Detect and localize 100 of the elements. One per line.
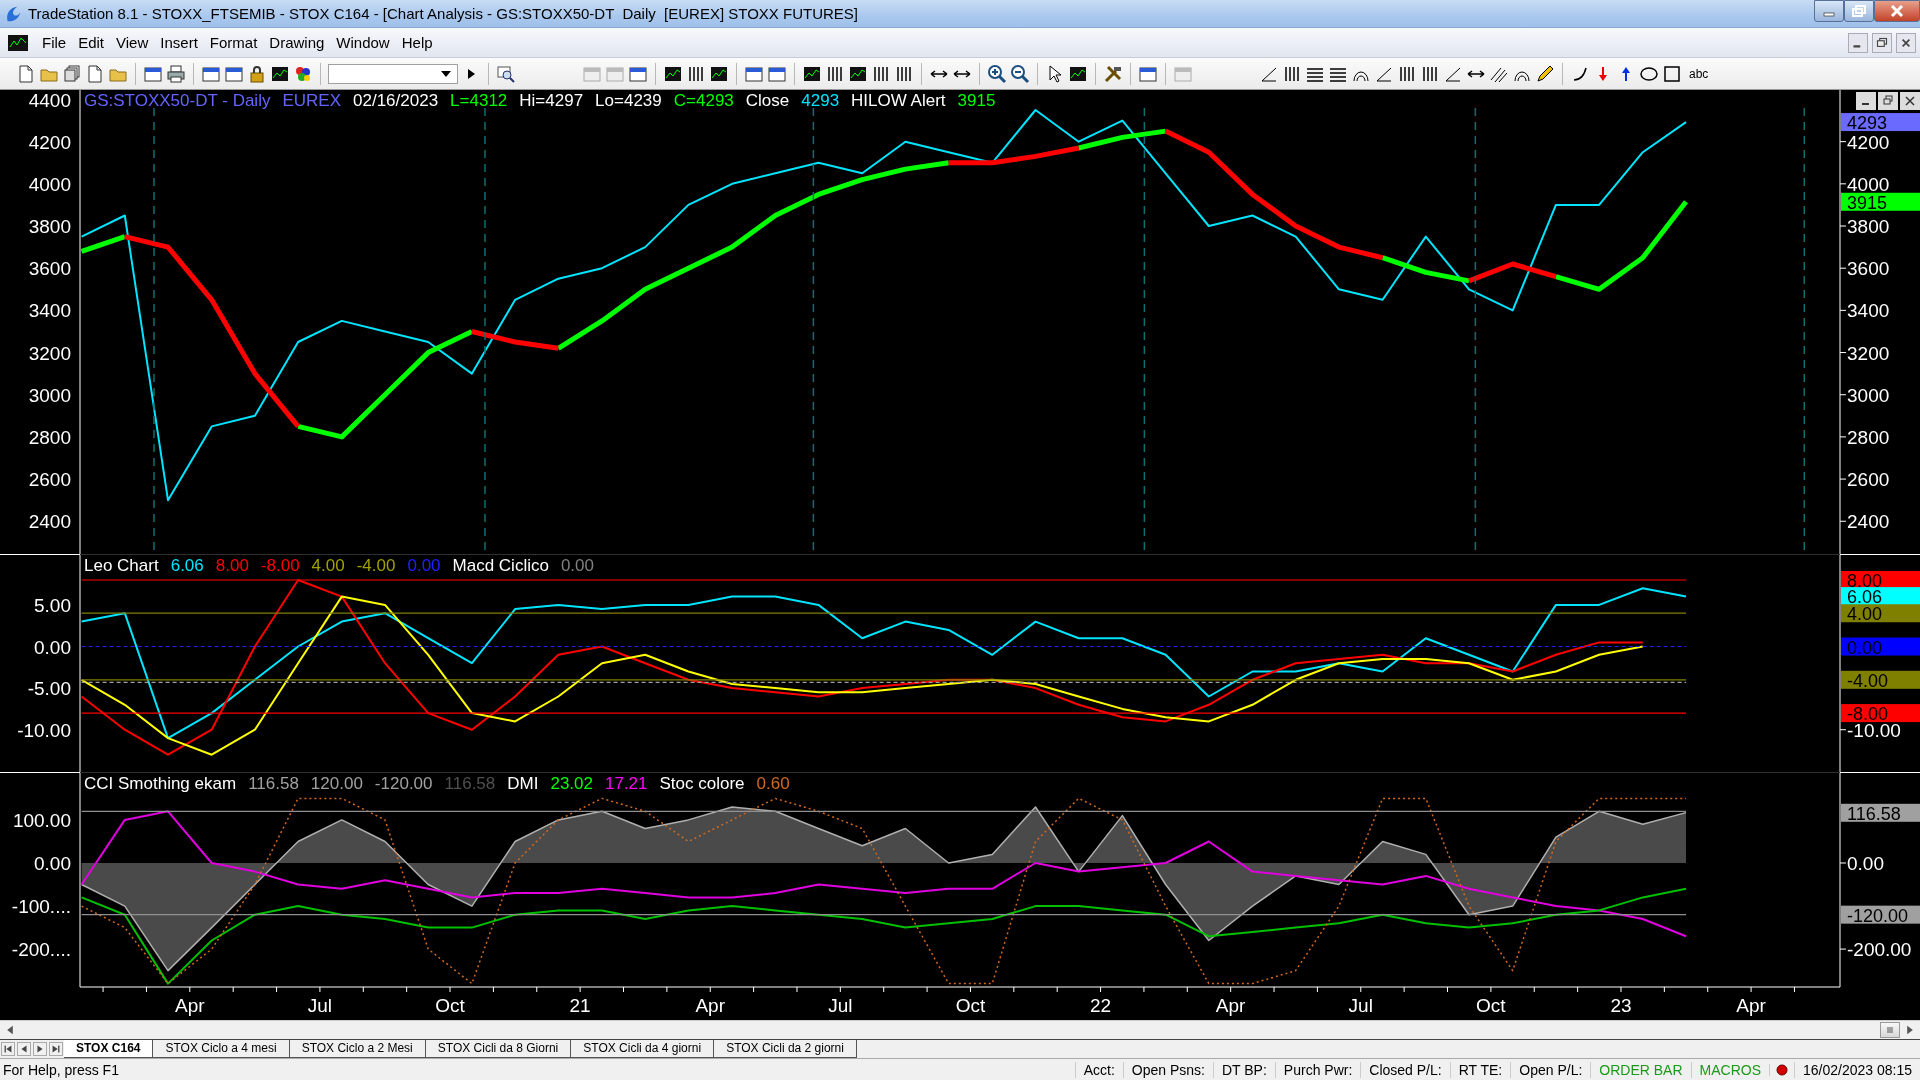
legend-text: 116.58	[444, 774, 496, 794]
status-field: DT BP:	[1212, 1061, 1275, 1078]
legend-text: DMI	[507, 774, 539, 794]
menu-item[interactable]: View	[110, 34, 155, 51]
zoom-out-icon[interactable]	[1010, 63, 1030, 84]
axis-label: 3400	[1847, 300, 1890, 322]
menu-item[interactable]: Insert	[154, 34, 204, 51]
value-marker: 3915	[1841, 192, 1920, 213]
axis-label: Jul	[828, 995, 853, 1016]
help-text: For Help, press F1	[2, 1061, 120, 1078]
tools-icon[interactable]	[1103, 63, 1123, 84]
axis-label: 22	[1090, 995, 1112, 1016]
legend-text: Hi=4297	[519, 91, 584, 111]
axis-label: Apr	[695, 995, 726, 1016]
axis-label: 23	[1610, 995, 1632, 1016]
axis-label: 3000	[1847, 384, 1890, 406]
legend-text: GS:STOXX50-DT - Daily	[84, 91, 271, 111]
scrollbar-thumb[interactable]	[1880, 1022, 1900, 1038]
legend-text: 8.00	[215, 556, 249, 576]
legend-text: Lo=4239	[595, 91, 662, 111]
legend-text: HILOW Alert	[851, 91, 946, 111]
axis-label: 3600	[1847, 258, 1890, 280]
window-title: TradeStation 8.1 - STOXX_FTSEMIB - STOX C164 - [Chart Analysis - GS:STOXX50-DT Daily [EUREX] STOXX FUTURES]	[28, 5, 859, 22]
legend-text: -4.00	[356, 556, 396, 576]
value-marker: 4293	[1841, 113, 1920, 134]
axis-label: Apr	[175, 995, 205, 1016]
axis-label: Oct	[955, 995, 986, 1016]
status-light-icon	[1776, 1063, 1788, 1076]
printer-icon[interactable]	[166, 63, 186, 84]
axis-label: -5.00	[27, 678, 71, 700]
legend-text: CCI Smothing ekam	[84, 774, 237, 794]
legend-text: EUREX	[282, 91, 341, 111]
minimize-icon[interactable]	[1848, 32, 1868, 53]
axis-label: 3600	[28, 258, 71, 280]
axis-label: 2800	[1847, 426, 1890, 448]
pencil-icon[interactable]	[1535, 63, 1555, 84]
minimize-icon[interactable]	[1856, 92, 1876, 110]
rectangle-icon[interactable]	[1662, 63, 1682, 84]
previous-tab-icon[interactable]	[17, 1042, 31, 1056]
menu-item[interactable]: Window	[330, 34, 396, 51]
value-marker: 4.00	[1841, 604, 1920, 625]
menu-item[interactable]: Edit	[72, 34, 111, 51]
minimize-button[interactable]	[1814, 0, 1844, 22]
legend-text: Stoc colore	[659, 774, 745, 794]
axis-label: 3800	[28, 216, 71, 237]
legend-text: 4.00	[311, 556, 345, 576]
caret-icon[interactable]	[441, 70, 451, 77]
swirl-icon	[4, 4, 22, 23]
last-tab-icon[interactable]	[49, 1042, 63, 1056]
zoom-in-icon[interactable]	[987, 63, 1007, 84]
document-icon[interactable]	[85, 63, 105, 84]
status-field: MACROS	[1690, 1061, 1769, 1078]
axis-label: 4000	[1847, 173, 1890, 195]
text-tool-button[interactable]: abc	[1685, 66, 1713, 81]
legend-text: 3915	[957, 91, 996, 111]
menu-item[interactable]: File	[36, 34, 73, 51]
sheet-tab[interactable]: STOX Ciclo a 2 Mesi	[289, 1040, 426, 1058]
maximize-button[interactable]	[1844, 0, 1874, 22]
axis-label: 4000	[28, 173, 71, 195]
legend-text: 17.21	[605, 774, 648, 794]
sheet-tab[interactable]: STOX Cicli da 2 giorni	[714, 1040, 857, 1058]
axis-label: 2600	[28, 469, 71, 491]
value-marker: 0.00	[1841, 637, 1920, 658]
status-field: Closed P/L:	[1360, 1061, 1450, 1078]
restore-icon[interactable]	[1878, 92, 1898, 110]
axis-label: 3400	[28, 300, 71, 322]
legend-text: Close	[745, 91, 790, 111]
menu-item[interactable]: Help	[395, 34, 439, 51]
axis-label: 0.00	[34, 636, 71, 658]
status-field: ORDER BAR	[1590, 1061, 1691, 1078]
status-field: Open P/L:	[1510, 1061, 1591, 1078]
restore-icon[interactable]	[1872, 32, 1892, 53]
stacked-documents-icon[interactable]	[62, 63, 82, 84]
sheet-tab[interactable]: STOX Cicli da 4 giorni	[571, 1040, 715, 1058]
axis-label: 2600	[1847, 469, 1890, 491]
chart-icon[interactable]	[8, 34, 28, 51]
sheet-tab[interactable]: STOX Cicli da 8 Giorni	[425, 1040, 572, 1058]
legend-text: -8.00	[260, 556, 300, 576]
magnifier-icon[interactable]	[496, 63, 516, 84]
close-icon[interactable]	[1896, 32, 1916, 53]
next-tab-icon[interactable]	[33, 1042, 47, 1056]
legend-text: 6.06	[170, 556, 204, 576]
close-icon[interactable]	[1900, 92, 1920, 110]
menu-item[interactable]: Drawing	[263, 34, 331, 51]
value-marker: -4.00	[1841, 670, 1920, 691]
menu-item[interactable]: Format	[203, 34, 264, 51]
legend-text: L=4312	[450, 91, 508, 111]
sheet-tab[interactable]: STOX C164	[64, 1040, 154, 1058]
first-tab-icon[interactable]	[1, 1042, 15, 1056]
legend-text: -120.00	[374, 774, 433, 794]
axis-label: 3800	[1847, 216, 1890, 237]
axis-label: 4200	[28, 131, 71, 153]
grip-icon[interactable]	[1885, 1025, 1895, 1035]
axis-label: -200.00	[1847, 939, 1912, 961]
axis-label: Apr	[1215, 995, 1246, 1016]
new-document-icon[interactable]	[16, 63, 36, 84]
lock-icon[interactable]	[247, 63, 267, 84]
sheet-tab[interactable]: STOX Ciclo a 4 mesi	[153, 1040, 290, 1058]
close-button[interactable]	[1874, 0, 1920, 22]
legend-text: 0.00	[407, 556, 441, 576]
